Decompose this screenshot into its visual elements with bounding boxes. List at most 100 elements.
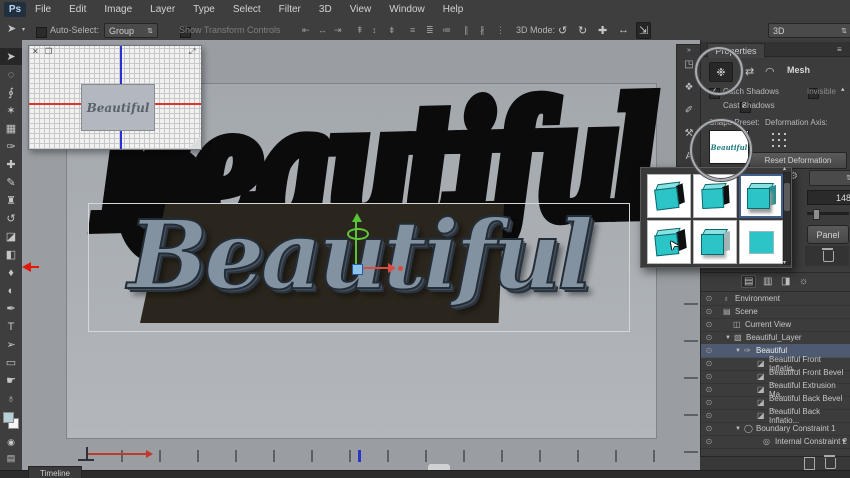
visibility-eye-icon[interactable]: ⊙	[701, 320, 717, 329]
widget-rotate-handle[interactable]	[347, 228, 369, 240]
filter-meshes-icon[interactable]: ▥	[763, 276, 772, 287]
distribute-vertical-icon[interactable]: ≣	[426, 25, 434, 36]
swap-view-icon[interactable]: ❐	[45, 47, 52, 56]
workspace-switcher-dropdown[interactable]: 3D ⇅	[768, 23, 850, 38]
shape-tool[interactable]: ▭	[0, 354, 22, 371]
visibility-eye-icon[interactable]: ⊙	[701, 294, 717, 303]
marquee-tool[interactable]: ◌	[0, 66, 22, 83]
gradient-tool[interactable]: ◧	[0, 246, 22, 263]
visibility-eye-icon[interactable]: ⊙	[701, 333, 717, 342]
collapse-dock-chevron-icon[interactable]: »	[677, 47, 701, 54]
scene-row-current-view[interactable]: ⊙ ◫ Current View	[701, 318, 850, 332]
zoom-tool[interactable]: ♁	[0, 390, 22, 407]
shape-preset-thumbnail-selected[interactable]	[739, 174, 783, 218]
scene-row-internal-constraint[interactable]: ⊙ ◎ Internal Constraint 2	[701, 435, 850, 449]
visibility-eye-icon[interactable]: ⊙	[701, 346, 717, 355]
distribute-center-icon[interactable]: ∦	[480, 25, 485, 36]
flyout-scrollbar[interactable]	[783, 172, 791, 265]
new-item-icon[interactable]	[804, 457, 815, 470]
quick-selection-tool[interactable]: ✶	[0, 102, 22, 119]
scene-row-environment[interactable]: ⊙ ♁ Environment	[701, 292, 850, 306]
scroll-down-icon[interactable]: ▾	[783, 260, 786, 266]
scroll-up-icon[interactable]: ▴	[783, 166, 786, 172]
menu-help[interactable]: Help	[434, 4, 473, 15]
scene-row-scene[interactable]: ⊙ ▤ Scene	[701, 305, 850, 319]
crop-tool[interactable]: ▦	[0, 120, 22, 137]
roll-3d-icon[interactable]: ↻	[578, 24, 587, 37]
eyedropper-tool[interactable]: ✑	[0, 138, 22, 155]
deform-mode-dropdown[interactable]: ⇅	[809, 170, 850, 186]
distribute-left-icon[interactable]: ∥	[464, 25, 469, 36]
menu-3d[interactable]: 3D	[310, 4, 341, 15]
tool-preset-arrow-icon[interactable]: ▾	[22, 27, 25, 33]
scale-3d-icon[interactable]: ⇲	[636, 22, 651, 39]
filter-materials-icon[interactable]: ◨	[781, 276, 790, 287]
extrusion-depth-field[interactable]: 148	[807, 190, 850, 205]
delete-icon[interactable]	[825, 458, 836, 469]
align-center-icon[interactable]: ↔	[318, 25, 327, 35]
scene-row-beautiful-layer[interactable]: ⊙ ▼ ▧ Beautiful_Layer	[701, 331, 850, 345]
visibility-eye-icon[interactable]: ⊙	[701, 385, 717, 394]
hand-tool[interactable]: ☛	[0, 372, 22, 389]
pen-tool[interactable]: ✒	[0, 300, 22, 317]
shape-preset-thumbnail[interactable]	[647, 174, 691, 218]
secondary-view-window[interactable]: ✕ ❐ ⤢ Beautiful	[28, 45, 202, 150]
quick-mask-button[interactable]: ◉	[0, 434, 22, 451]
scroll-up-icon[interactable]: ▴	[841, 86, 845, 93]
widget-x-scale-handle[interactable]	[398, 266, 403, 271]
deform-section-icon[interactable]: ⇄	[745, 65, 754, 78]
visibility-eye-icon[interactable]: ⊙	[701, 398, 717, 407]
menu-window[interactable]: Window	[380, 4, 434, 15]
widget-center-cube[interactable]	[352, 264, 363, 275]
panel-menu-icon[interactable]: ≡	[837, 46, 842, 54]
document-canvas[interactable]: Beautiful Beautiful ✕ ❐ ⤢ Beautiful	[22, 40, 700, 470]
align-bottom-icon[interactable]: ⇟	[388, 25, 396, 36]
distribute-horizontal-icon[interactable]: ≡	[410, 25, 415, 35]
scene-row-back-inflation[interactable]: ⊙ ◪ Beautiful Back Inflatio...	[701, 409, 850, 423]
menu-image[interactable]: Image	[95, 4, 141, 15]
distribute-right-icon[interactable]: ⋮	[496, 25, 505, 36]
history-brush-tool[interactable]: ↺	[0, 210, 22, 227]
drag-3d-icon[interactable]: ✚	[598, 24, 607, 37]
screen-mode-button[interactable]: ▤	[0, 450, 22, 467]
expand-view-icon[interactable]: ⤢	[189, 47, 195, 57]
menu-type[interactable]: Type	[184, 4, 224, 15]
menu-view[interactable]: View	[341, 4, 381, 15]
scene-row-boundary-constraint[interactable]: ⊙ ▼ ◯ Boundary Constraint 1	[701, 422, 850, 436]
auto-select-checkbox[interactable]	[36, 27, 47, 38]
menu-select[interactable]: Select	[224, 4, 270, 15]
expand-caret-icon[interactable]: ▼	[725, 335, 734, 341]
align-right-icon[interactable]: ⇥	[334, 25, 342, 36]
visibility-eye-icon[interactable]: ⊙	[701, 359, 717, 368]
dodge-tool[interactable]: ◐	[0, 282, 22, 299]
expand-caret-icon[interactable]: ▼	[735, 426, 744, 432]
distribute-spacing-icon[interactable]: ≔	[442, 25, 451, 36]
filter-whole-scene-icon[interactable]: ▤	[741, 275, 756, 288]
shape-preset-thumbnail[interactable]	[739, 220, 783, 264]
visibility-eye-icon[interactable]: ⊙	[701, 307, 717, 316]
align-middle-icon[interactable]: ↕	[372, 25, 377, 35]
menu-filter[interactable]: Filter	[270, 4, 310, 15]
widget-x-axis[interactable]	[362, 267, 388, 269]
menu-layer[interactable]: Layer	[141, 4, 184, 15]
healing-brush-tool[interactable]: ✚	[0, 156, 22, 173]
delete-icon[interactable]	[823, 251, 834, 262]
widget-x-arrowhead-icon[interactable]	[388, 263, 396, 273]
panel-button[interactable]: Panel	[807, 225, 849, 244]
close-icon[interactable]: ✕	[32, 47, 39, 56]
slider-thumb[interactable]	[813, 209, 820, 220]
blur-tool[interactable]: ♦	[0, 264, 22, 281]
resize-grip-icon[interactable]	[188, 136, 201, 149]
deformation-axis-grid[interactable]	[769, 130, 786, 147]
cap-section-icon[interactable]: ◠	[765, 65, 775, 78]
rotate-3d-icon[interactable]: ↺	[558, 24, 567, 37]
align-top-icon[interactable]: ⇞	[356, 25, 364, 36]
filter-lights-icon[interactable]: ☼	[799, 276, 808, 287]
path-selection-tool[interactable]: ➢	[0, 336, 22, 353]
brush-tool[interactable]: ✎	[0, 174, 22, 191]
visibility-eye-icon[interactable]: ⊙	[701, 372, 717, 381]
align-left-icon[interactable]: ⇤	[302, 25, 310, 36]
eraser-tool[interactable]: ◪	[0, 228, 22, 245]
scroll-down-icon[interactable]: ▾	[842, 438, 846, 445]
menu-edit[interactable]: Edit	[60, 4, 95, 15]
